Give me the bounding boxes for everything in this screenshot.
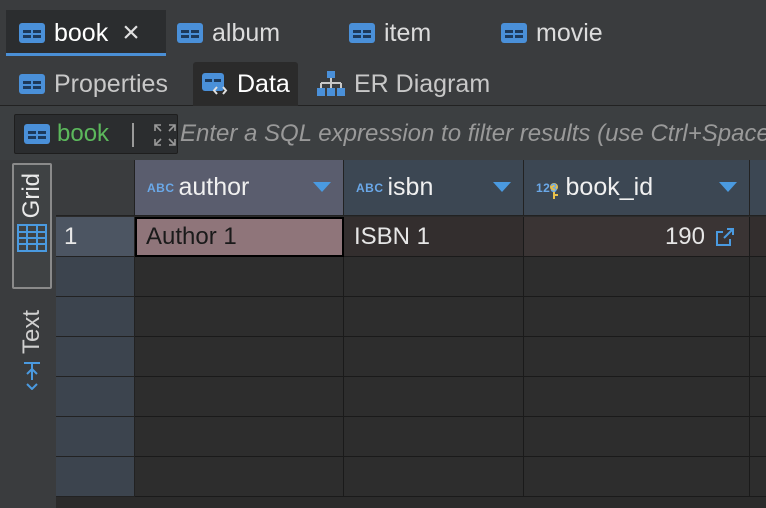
table-cell — [344, 337, 524, 377]
data-table-icon — [202, 73, 228, 95]
column-name: book_id — [565, 173, 654, 201]
table-cell-author[interactable]: Author 1 — [135, 217, 344, 257]
column-header-isbn[interactable]: ABC isbn — [344, 160, 524, 216]
grid-icon — [17, 224, 47, 253]
row-number — [56, 417, 135, 457]
tab-album[interactable]: album — [176, 10, 280, 56]
column-name: author — [178, 173, 250, 201]
table-icon — [19, 74, 45, 94]
editor-sub-tab-bar: Properties Data ER Diagram — [0, 60, 766, 106]
editor-tab-bar: book × album item movie — [0, 0, 766, 60]
cell-value: 190 — [664, 222, 705, 250]
table-icon — [501, 23, 527, 43]
table-cell — [344, 417, 524, 457]
text-cursor-icon — [24, 362, 40, 391]
row-number — [56, 377, 135, 417]
entity-name: book — [57, 120, 110, 147]
table-cell — [524, 417, 750, 457]
column-header-filler — [750, 160, 766, 216]
table-cell — [750, 257, 766, 297]
text-view-button[interactable]: Text — [12, 310, 52, 410]
expand-icon[interactable] — [153, 123, 177, 147]
table-cell — [135, 377, 344, 417]
table-cell — [344, 257, 524, 297]
column-name: isbn — [387, 173, 434, 201]
tab-label: Data — [237, 69, 290, 98]
table-icon — [24, 124, 50, 144]
table-cell — [135, 297, 344, 337]
grid-view-label: Grid — [18, 173, 45, 219]
table-cell — [344, 297, 524, 337]
table-cell — [750, 297, 766, 337]
tab-item[interactable]: item — [348, 10, 431, 56]
type-badge: ABC — [356, 180, 384, 195]
divider — [132, 123, 134, 147]
table-cell — [524, 457, 750, 497]
table-cell — [135, 417, 344, 457]
type-badge: ABC — [147, 180, 175, 195]
column-header-author[interactable]: ABC author — [135, 160, 344, 216]
tab-data[interactable]: Data — [193, 62, 298, 106]
table-cell — [750, 377, 766, 417]
filter-bar: book — [0, 106, 766, 160]
row-number — [56, 457, 135, 497]
table-icon — [177, 23, 203, 43]
tab-properties[interactable]: Properties — [10, 62, 176, 106]
table-cell — [524, 377, 750, 417]
tab-label: Properties — [54, 69, 168, 98]
tab-label: item — [384, 18, 432, 47]
table-cell-isbn[interactable]: ISBN 1 — [344, 217, 524, 257]
table-cell — [524, 257, 750, 297]
table-icon — [19, 23, 45, 43]
row-number — [56, 297, 135, 337]
grid-corner — [56, 160, 135, 216]
row-number[interactable]: 1 — [56, 217, 135, 257]
entity-selector[interactable]: book — [14, 114, 178, 154]
grid-view-button[interactable]: Grid — [12, 163, 52, 289]
table-cell — [135, 257, 344, 297]
tab-label: movie — [536, 18, 603, 47]
type-badge: 123 — [536, 180, 558, 195]
table-cell — [344, 457, 524, 497]
tab-movie[interactable]: movie — [500, 10, 603, 56]
external-link-icon[interactable] — [715, 227, 735, 247]
chevron-down-icon[interactable] — [493, 182, 511, 192]
row-number — [56, 257, 135, 297]
table-cell — [524, 297, 750, 337]
table-cell — [750, 417, 766, 457]
table-cell-filler — [750, 217, 766, 257]
chevron-down-icon[interactable] — [719, 182, 737, 192]
row-number — [56, 337, 135, 377]
er-diagram-icon — [317, 71, 345, 96]
column-header-book-id[interactable]: 123 book_id — [524, 160, 750, 216]
tab-er-diagram[interactable]: ER Diagram — [308, 62, 498, 106]
view-switcher-rail: Grid Text — [0, 160, 56, 508]
table-cell — [524, 337, 750, 377]
table-icon — [349, 23, 375, 43]
table-cell — [135, 337, 344, 377]
tab-book[interactable]: book × — [6, 10, 166, 56]
chevron-down-icon[interactable] — [313, 182, 331, 192]
tab-label: book — [54, 18, 109, 47]
tab-label: album — [212, 18, 281, 47]
table-cell — [750, 337, 766, 377]
table-cell — [135, 457, 344, 497]
filter-input[interactable] — [178, 114, 766, 154]
results-grid: ABC author ABC isbn 123 book_id 1 Author… — [56, 160, 766, 508]
text-view-label: Text — [18, 310, 45, 355]
close-icon[interactable]: × — [122, 18, 140, 48]
table-cell-book-id[interactable]: 190 — [524, 217, 750, 257]
table-cell — [750, 457, 766, 497]
table-cell — [344, 377, 524, 417]
tab-label: ER Diagram — [354, 69, 491, 98]
